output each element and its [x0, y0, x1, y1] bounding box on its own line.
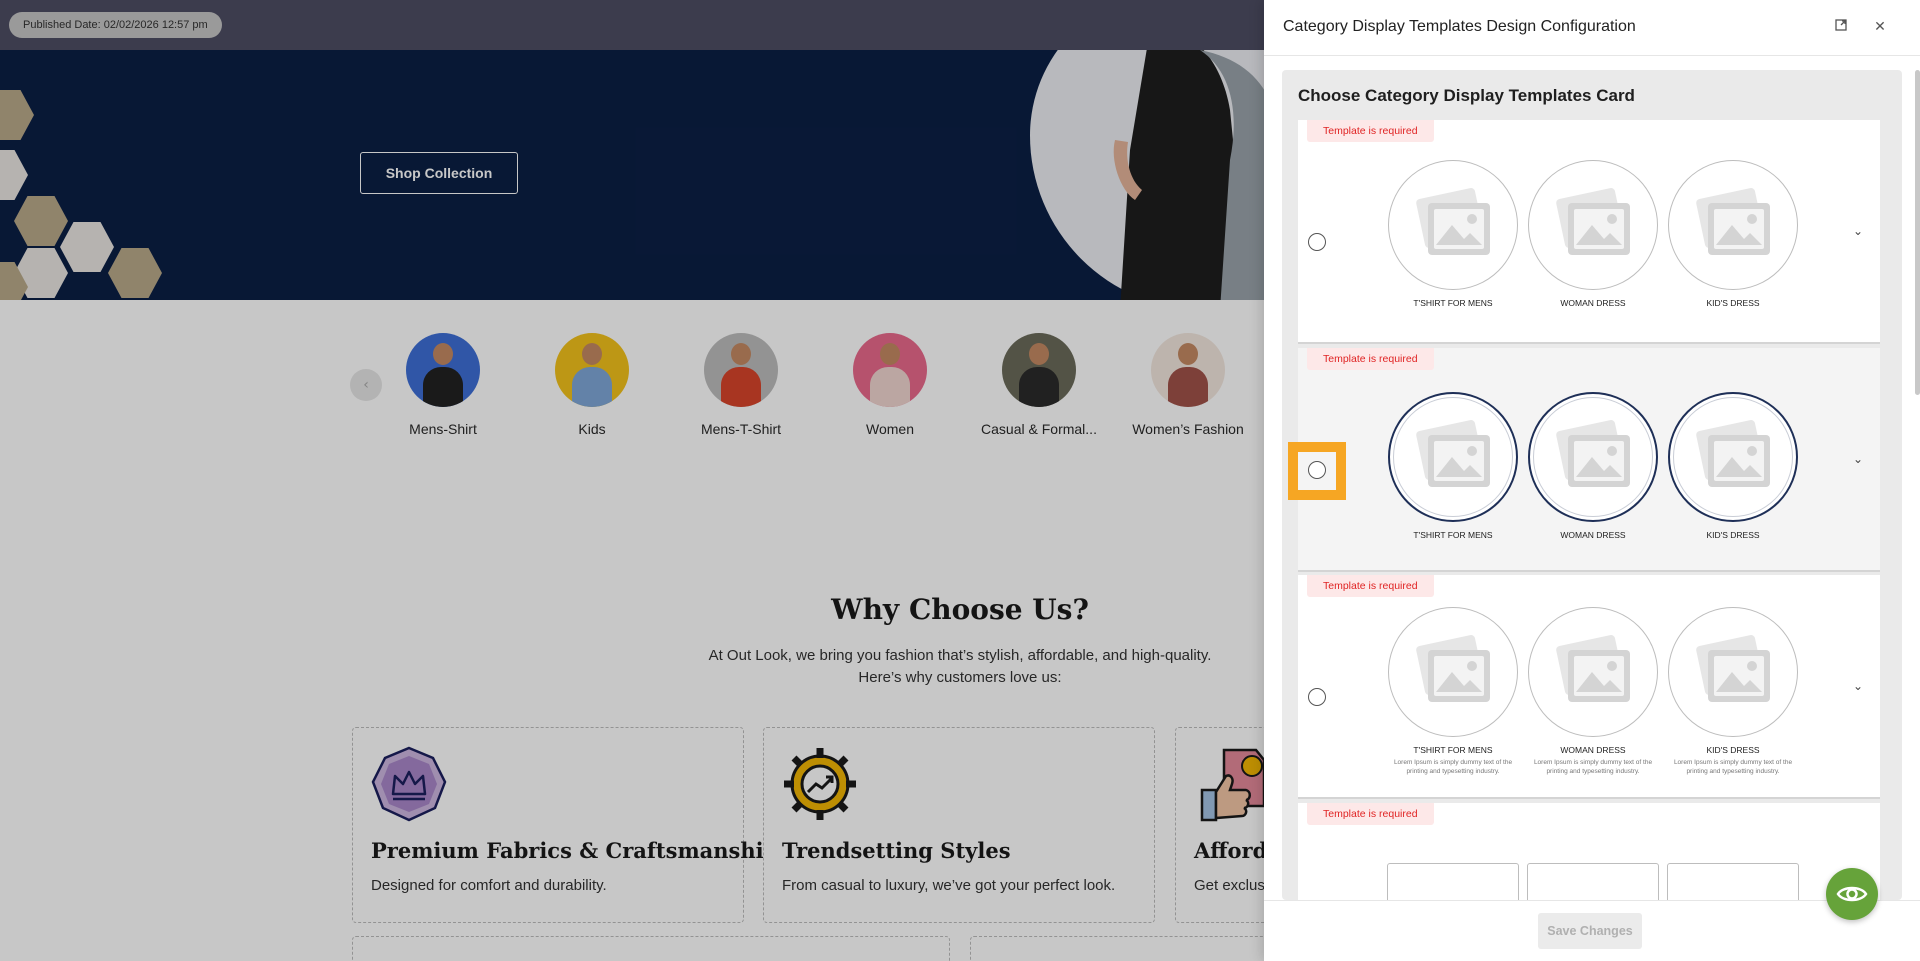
image-placeholder-icon: [1528, 392, 1658, 522]
preview-item: T'SHIRT FOR MENS: [1387, 392, 1519, 540]
template-chooser-panel: Choose Category Display Templates Card T…: [1282, 70, 1902, 900]
template-card-4[interactable]: Template is required: [1298, 803, 1880, 900]
image-placeholder-icon: [1388, 607, 1518, 737]
template-required-badge: Template is required: [1307, 575, 1434, 597]
chevron-down-icon[interactable]: ⌄: [1851, 224, 1865, 238]
preview-item: WOMAN DRESS: [1527, 160, 1659, 308]
image-placeholder-icon: [1668, 160, 1798, 290]
image-placeholder-icon: [1668, 392, 1798, 522]
expand-icon[interactable]: [1831, 17, 1851, 37]
template-radio[interactable]: [1308, 461, 1326, 479]
preview-item: [1527, 863, 1659, 900]
drawer-header: Category Display Templates Design Config…: [1264, 0, 1920, 56]
template-required-badge: Template is required: [1307, 348, 1434, 370]
preview-label: WOMAN DRESS: [1560, 298, 1626, 308]
preview-fab-button[interactable]: [1826, 868, 1878, 920]
image-placeholder-icon: [1528, 160, 1658, 290]
chevron-down-icon[interactable]: ⌄: [1851, 452, 1865, 466]
image-placeholder-icon: [1387, 863, 1519, 900]
image-placeholder-icon: [1528, 607, 1658, 737]
preview-label: T'SHIRT FOR MENS: [1413, 298, 1493, 308]
image-placeholder-icon: [1527, 863, 1659, 900]
template-required-badge: Template is required: [1307, 803, 1434, 825]
template-card-1[interactable]: Template is required T'SHIRT FOR MENS WO…: [1298, 120, 1880, 344]
eye-icon: [1836, 886, 1868, 902]
preview-label: KID'S DRESS: [1706, 298, 1760, 308]
image-placeholder-icon: [1667, 863, 1799, 900]
drawer-footer: Save Changes: [1264, 900, 1920, 961]
preview-item: WOMAN DRESS Lorem Ipsum is simply dummy …: [1527, 607, 1659, 776]
image-placeholder-icon: [1388, 160, 1518, 290]
preview-item: WOMAN DRESS: [1527, 392, 1659, 540]
preview-label: WOMAN DRESS: [1560, 530, 1626, 540]
preview-label: KID'S DRESS: [1706, 530, 1760, 540]
modal-backdrop[interactable]: [0, 0, 1264, 961]
preview-item: KID'S DRESS Lorem Ipsum is simply dummy …: [1667, 607, 1799, 776]
drawer-title: Category Display Templates Design Config…: [1283, 18, 1636, 35]
preview-item: T'SHIRT FOR MENS: [1387, 160, 1519, 308]
preview-item: T'SHIRT FOR MENS Lorem Ipsum is simply d…: [1387, 607, 1519, 776]
drawer-scrollbar[interactable]: [1915, 70, 1920, 395]
preview-item: KID'S DRESS: [1667, 160, 1799, 308]
preview-label: KID'S DRESS: [1706, 745, 1760, 755]
preview-description: Lorem Ipsum is simply dummy text of the …: [1673, 759, 1793, 775]
template-config-drawer: Category Display Templates Design Config…: [1264, 0, 1920, 961]
save-changes-button[interactable]: Save Changes: [1538, 913, 1642, 949]
template-required-badge: Template is required: [1307, 120, 1434, 142]
section-title: Choose Category Display Templates Card: [1298, 86, 1635, 105]
template-card-3[interactable]: Template is required T'SHIRT FOR MENS Lo…: [1298, 575, 1880, 799]
image-placeholder-icon: [1388, 392, 1518, 522]
close-icon[interactable]: ✕: [1870, 17, 1890, 37]
template-card-2[interactable]: Template is required T'SHIRT FOR MENS WO…: [1288, 348, 1880, 572]
preview-description: Lorem Ipsum is simply dummy text of the …: [1533, 759, 1653, 775]
preview-label: T'SHIRT FOR MENS: [1413, 530, 1493, 540]
template-radio[interactable]: [1308, 688, 1326, 706]
chevron-down-icon[interactable]: ⌄: [1851, 679, 1865, 693]
preview-label: T'SHIRT FOR MENS: [1413, 745, 1493, 755]
preview-item: KID'S DRESS: [1667, 392, 1799, 540]
image-placeholder-icon: [1668, 607, 1798, 737]
preview-label: WOMAN DRESS: [1560, 745, 1626, 755]
template-radio[interactable]: [1308, 233, 1326, 251]
preview-description: Lorem Ipsum is simply dummy text of the …: [1393, 759, 1513, 775]
preview-item: [1667, 863, 1799, 900]
preview-item: [1387, 863, 1519, 900]
